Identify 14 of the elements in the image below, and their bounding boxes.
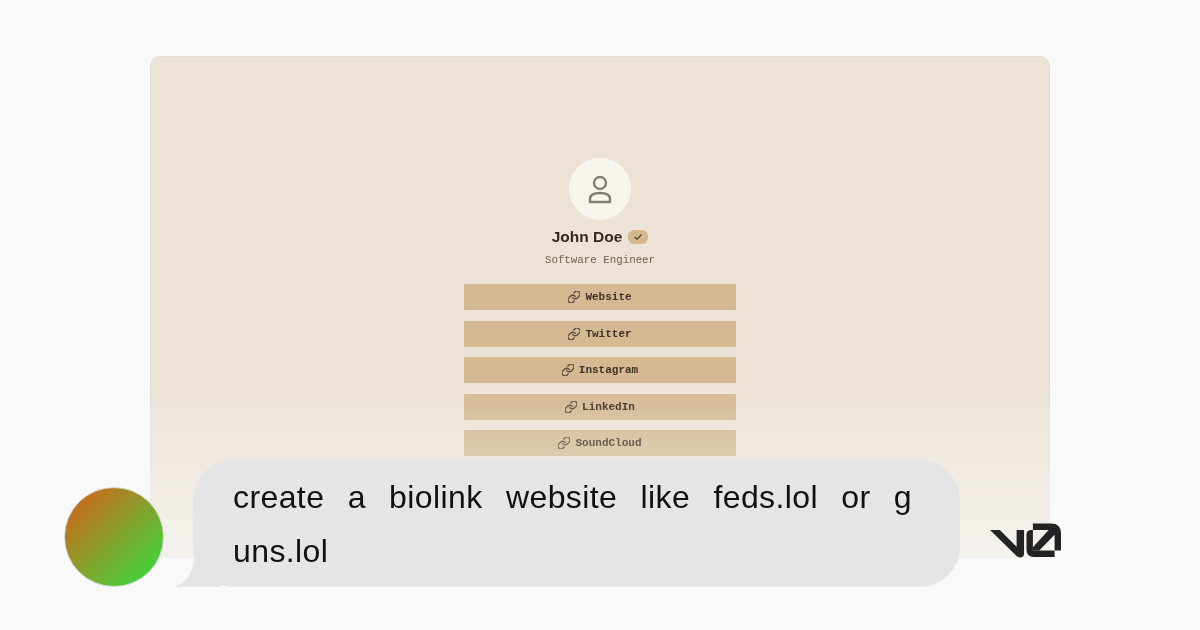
message-text: create a biolink website like feds.lol or guns.lol	[233, 478, 914, 571]
link-button[interactable]: Instagram	[464, 357, 736, 383]
link-icon	[568, 327, 581, 340]
user-avatar-icon	[569, 158, 631, 220]
profile-name: John Doe	[551, 228, 623, 246]
link-icon	[558, 437, 571, 449]
link-icon	[561, 364, 574, 376]
link-button[interactable]: Twitter	[464, 320, 736, 347]
link-icon	[568, 291, 581, 303]
link-button[interactable]: LinkedIn	[464, 393, 736, 420]
link-button[interactable]: SoundCloud	[464, 430, 736, 456]
profile-title: Software Engineer	[544, 253, 656, 267]
link-icon	[565, 400, 578, 413]
link-button[interactable]: Website	[464, 284, 736, 310]
